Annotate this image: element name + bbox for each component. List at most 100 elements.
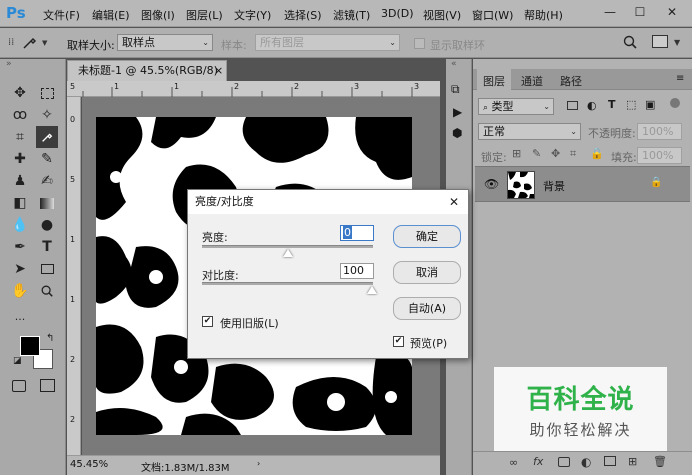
tab-paths[interactable]: 路径	[560, 73, 582, 89]
eyedropper-tool-icon[interactable]	[22, 34, 38, 54]
lasso-tool-icon[interactable]: ꝏ	[9, 104, 31, 126]
cancel-button[interactable]: 取消	[393, 261, 461, 284]
dodge-tool-icon[interactable]: ●	[36, 214, 58, 236]
panel-menu-icon[interactable]: ≡	[676, 73, 684, 84]
lock-paint-icon[interactable]: ✎	[532, 147, 541, 160]
layer-row-background[interactable]: 👁 背景 🔒	[475, 166, 690, 202]
new-layer-icon[interactable]: ⊞	[628, 455, 637, 468]
workspace-icon[interactable]	[652, 35, 668, 48]
history-panel-icon[interactable]: ⧉	[451, 82, 460, 97]
brush-tool-icon[interactable]: ✎	[36, 148, 58, 170]
healing-brush-tool-icon[interactable]: ✚	[9, 148, 31, 170]
eye-visibility-icon[interactable]: 👁	[484, 177, 499, 191]
menu-window[interactable]: 窗口(W)	[472, 7, 513, 23]
history-brush-tool-icon[interactable]: ✍	[36, 170, 58, 192]
marquee-tool-icon[interactable]	[36, 82, 58, 104]
blend-mode-select[interactable]: 正常 ⌄	[478, 123, 581, 140]
zoom-tool-icon[interactable]	[36, 280, 58, 302]
3d-panel-icon[interactable]: ⬢	[452, 126, 462, 140]
filter-adjustment-icon[interactable]: ◐	[587, 99, 597, 112]
foreground-color-swatch[interactable]	[20, 336, 40, 356]
default-colors-icon[interactable]: ◪	[13, 356, 22, 366]
menu-file[interactable]: 文件(F)	[43, 7, 80, 23]
brightness-slider-track[interactable]	[202, 245, 373, 248]
status-menu-chevron-icon[interactable]: ›	[257, 459, 260, 468]
brightness-input[interactable]: 0	[340, 225, 374, 241]
path-selection-tool-icon[interactable]: ➤	[9, 258, 31, 280]
preview-checkbox[interactable]: ✔	[393, 336, 404, 347]
menu-layer[interactable]: 图层(L)	[186, 7, 223, 23]
close-tab-icon[interactable]: ×	[214, 61, 223, 81]
lock-artboard-icon[interactable]: ⌗	[570, 147, 576, 161]
actions-play-icon[interactable]: ▶	[453, 105, 462, 119]
search-icon[interactable]	[622, 34, 638, 53]
menu-type[interactable]: 文字(Y)	[234, 7, 271, 23]
add-mask-icon[interactable]	[558, 457, 570, 467]
swap-colors-icon[interactable]: ↰	[46, 333, 54, 344]
collapse-icon[interactable]: »	[6, 59, 12, 69]
filter-smart-object-icon[interactable]: ▣	[645, 98, 655, 111]
link-layers-icon[interactable]: ∞	[509, 456, 518, 469]
sample-size-select[interactable]: 取样点 ⌄	[117, 34, 213, 51]
lock-position-icon[interactable]: ✥	[551, 147, 560, 160]
lock-transparent-icon[interactable]: ⊞	[512, 147, 521, 160]
pen-tool-icon[interactable]: ✒	[9, 236, 31, 258]
auto-button[interactable]: 自动(A)	[393, 297, 461, 320]
close-icon[interactable]: ✕	[449, 195, 459, 209]
contrast-slider-thumb[interactable]	[367, 286, 377, 294]
gradient-tool-icon[interactable]	[36, 192, 58, 214]
legacy-checkbox[interactable]: ✔	[202, 316, 213, 327]
screen-mode-icon[interactable]	[40, 379, 55, 392]
brightness-slider-thumb[interactable]	[283, 249, 293, 257]
photoshop-logo: Ps	[6, 4, 26, 22]
quick-mask-icon[interactable]	[12, 380, 26, 392]
crop-tool-icon[interactable]: ⌗	[9, 126, 31, 148]
filter-toggle-icon[interactable]	[670, 98, 680, 108]
menu-filter[interactable]: 滤镜(T)	[333, 7, 370, 23]
adjustment-layer-icon[interactable]: ◐	[581, 455, 591, 469]
blur-tool-icon[interactable]: 💧	[9, 214, 31, 236]
contrast-slider-track[interactable]	[202, 282, 373, 285]
workspace-chevron-icon[interactable]: ▼	[674, 38, 680, 47]
filter-pixel-icon[interactable]	[567, 101, 578, 110]
eraser-tool-icon[interactable]: ◧	[9, 192, 31, 214]
new-group-icon[interactable]	[604, 456, 616, 466]
filter-type-icon[interactable]: T	[608, 98, 616, 111]
magic-wand-tool-icon[interactable]: ✧	[36, 104, 58, 126]
menu-3d[interactable]: 3D(D)	[381, 7, 414, 20]
move-tool-icon[interactable]: ✥	[9, 82, 31, 104]
stamp-tool-icon[interactable]: ♟	[9, 170, 31, 192]
show-ring-checkbox[interactable]	[414, 38, 425, 49]
opacity-field[interactable]: 100%	[637, 123, 682, 140]
menu-view[interactable]: 视图(V)	[423, 7, 461, 23]
layer-filter-select[interactable]: ⌕ 类型 ⌄	[478, 98, 554, 115]
more-tools-icon[interactable]: ···	[9, 309, 31, 331]
layer-name[interactable]: 背景	[543, 178, 565, 194]
lock-all-icon[interactable]: 🔒	[590, 147, 604, 160]
minimize-button[interactable]: —	[602, 4, 618, 20]
menu-image[interactable]: 图像(I)	[141, 7, 175, 23]
layer-style-icon[interactable]: fx	[533, 455, 543, 468]
menu-edit[interactable]: 编辑(E)	[92, 7, 130, 23]
close-window-button[interactable]: ✕	[664, 4, 680, 20]
filter-shape-icon[interactable]: ⬚	[626, 98, 636, 111]
fill-field[interactable]: 100%	[637, 147, 682, 164]
tab-channels[interactable]: 通道	[521, 73, 543, 89]
ruler-tick-label: 1	[70, 235, 76, 244]
maximize-button[interactable]: ☐	[632, 4, 648, 20]
trash-icon[interactable]: 🗑	[653, 455, 667, 468]
menu-select[interactable]: 选择(S)	[284, 7, 322, 23]
rectangle-tool-icon[interactable]	[36, 258, 58, 280]
document-tab[interactable]: 未标题-1 @ 45.5%(RGB/8) * ×	[67, 60, 227, 97]
contrast-input[interactable]: 100	[340, 263, 374, 279]
zoom-level[interactable]: 45.45%	[70, 459, 108, 470]
ok-button[interactable]: 确定	[393, 225, 461, 248]
sample-select[interactable]: 所有图层 ⌄	[255, 34, 400, 51]
tool-preset-chevron-icon[interactable]: ▼	[42, 39, 47, 47]
expand-icon[interactable]: «	[451, 59, 457, 69]
hand-tool-icon[interactable]: ✋	[9, 280, 31, 302]
type-tool-icon[interactable]: T	[36, 236, 58, 258]
eyedropper-tool-icon[interactable]	[36, 126, 58, 148]
tab-layers[interactable]: 图层	[477, 69, 511, 90]
menu-help[interactable]: 帮助(H)	[524, 7, 563, 23]
